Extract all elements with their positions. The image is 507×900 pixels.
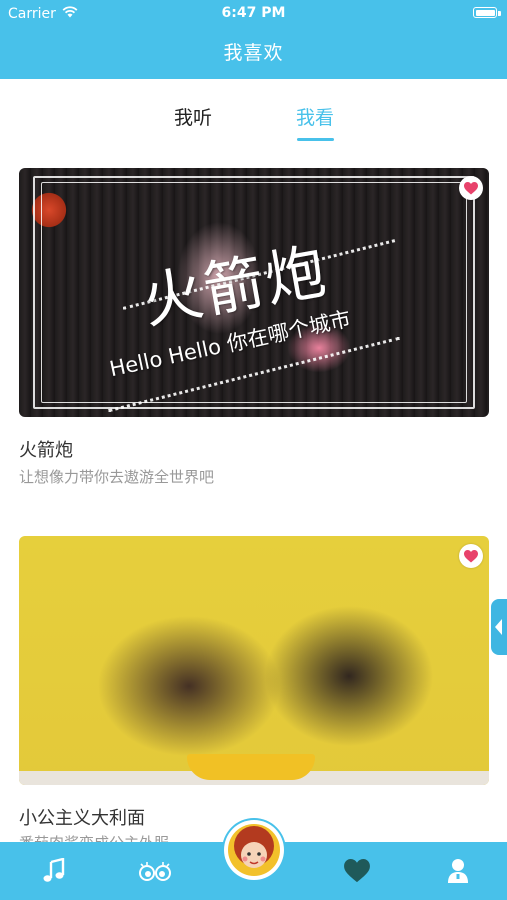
page-title: 我喜欢 (223, 42, 284, 64)
battery-icon (473, 7, 497, 18)
tab-watch[interactable]: 我看 (270, 103, 360, 130)
user-icon (448, 859, 468, 883)
heart-icon (464, 549, 478, 562)
video-card[interactable]: 火箭炮 Hello Hello 你在哪个城市 火箭炮 让想像力带你去遨游全世界吧 (19, 168, 489, 498)
tab-listen[interactable]: 我听 (148, 103, 238, 130)
card-title: 火箭炮 (19, 440, 73, 461)
top-bar: Carrier 6:47 PM 我喜欢 (0, 0, 507, 79)
clock-label: 6:47 PM (221, 5, 286, 21)
video-thumbnail[interactable] (19, 536, 489, 785)
music-note-icon (43, 858, 65, 882)
tab-music[interactable] (24, 842, 84, 900)
side-drawer-handle[interactable] (491, 599, 507, 655)
favorite-button[interactable] (459, 544, 483, 568)
heart-icon (344, 859, 370, 883)
status-bar: Carrier 6:47 PM (0, 0, 507, 28)
heart-icon (464, 181, 478, 194)
active-tab-indicator (297, 138, 334, 141)
avatar-home-icon (228, 824, 280, 876)
center-avatar-button[interactable] (224, 820, 284, 880)
card-title: 小公主义大利面 (19, 808, 145, 829)
segment-tabs: 我听 我看 (0, 79, 507, 154)
card-description: 让想像力带你去遨游全世界吧 (19, 468, 215, 486)
pasta-bowl (187, 754, 315, 780)
eyes-icon (139, 862, 171, 881)
tab-profile[interactable] (428, 842, 488, 900)
battery-tip (498, 11, 501, 16)
tab-watch-videos[interactable] (125, 842, 185, 900)
video-card[interactable]: 小公主义大利面 番茄肉酱变成公主外服 (19, 536, 489, 852)
video-thumbnail[interactable]: 火箭炮 Hello Hello 你在哪个城市 (19, 168, 489, 417)
tab-favorites[interactable] (327, 842, 387, 900)
favorite-button[interactable] (459, 176, 483, 200)
